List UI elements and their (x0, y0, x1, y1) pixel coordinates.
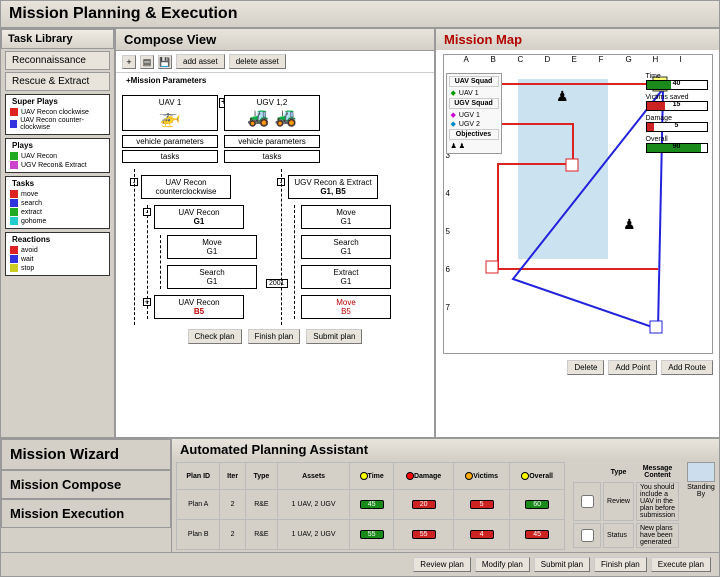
task-library-tab[interactable]: Task Library (1, 29, 114, 49)
lower-panel: Mission Wizard Mission Compose Mission E… (0, 438, 720, 577)
compose-view-tab: Compose View (116, 29, 434, 51)
tasks-box: Tasks move search extract gohome (5, 176, 110, 229)
add-route-button[interactable]: Add Route (661, 360, 713, 375)
list-item[interactable]: move (10, 190, 105, 198)
compose-panel: Compose View + ▤ 💾 add asset delete asse… (115, 28, 435, 438)
list-item[interactable]: search (10, 199, 105, 207)
mission-parameters-label[interactable]: +Mission Parameters (116, 76, 434, 85)
reactions-title: Reactions (8, 235, 107, 244)
search-g1-node[interactable]: Search G1 (301, 235, 391, 259)
list-item[interactable]: UAV Recon (10, 152, 105, 160)
finish-plan-button[interactable]: Finish plan (248, 329, 301, 344)
table-row[interactable]: Plan A2R&E1 UAV, 2 UGV4520560 (177, 490, 565, 520)
ugv-recon-extract-node[interactable]: -UGV Recon & ExtractG1, B5 (288, 175, 378, 199)
vehicle-params-button[interactable]: vehicle parameters (224, 135, 320, 148)
map-legend: UAV Squad ◆UAV 1 UGV Squad ◆UGV 1 ◆UGV 2… (446, 73, 502, 154)
standing-by-label: Standing By (687, 484, 715, 498)
svg-text:♟: ♟ (623, 216, 636, 232)
bottom-action-bar: Review plan Modify plan Submit plan Finish … (1, 552, 719, 576)
delete-button[interactable]: Delete (567, 360, 604, 375)
add-asset-button[interactable]: add asset (176, 54, 225, 69)
minus-icon[interactable]: - (143, 208, 151, 216)
submit-plan-button[interactable]: Submit plan (534, 557, 590, 572)
svg-text:♟: ♟ (556, 88, 569, 104)
uav-recon-b5-node[interactable]: +UAV ReconB5 (154, 295, 244, 319)
app-title: Mission Planning & Execution (0, 0, 720, 28)
list-item[interactable]: gohome (10, 217, 105, 225)
numeric-badge: 2001 (266, 279, 288, 288)
move-g1-node[interactable]: Move G1 (301, 205, 391, 229)
list-item[interactable]: extract (10, 208, 105, 216)
mission-compose-tab[interactable]: Mission Compose (1, 470, 171, 499)
reconnaissance-tab[interactable]: Reconnaissance (5, 51, 110, 70)
finish-plan-button[interactable]: Finish plan (594, 557, 647, 572)
uav-squad-label: UAV Squad (449, 76, 499, 87)
search-g1-node[interactable]: Search G1 (167, 265, 257, 289)
list-item[interactable]: stop (10, 264, 105, 272)
mission-map-title: Mission Map (436, 29, 719, 50)
tasks-title: Tasks (8, 179, 107, 188)
helicopter-icon: 🚁 (125, 107, 215, 128)
wizard-nav: Mission Wizard Mission Compose Mission E… (1, 439, 171, 552)
super-plays-box: Super Plays UAV Recon clockwise UAV Reco… (5, 94, 110, 135)
uav-recon-g1-node[interactable]: -UAV ReconG1 (154, 205, 244, 229)
table-row[interactable]: StatusNew plans have been generated (573, 523, 679, 548)
check-plan-button[interactable]: Check plan (188, 329, 242, 344)
ugv-squad-label: UGV Squad (449, 98, 499, 109)
tasks-button[interactable]: tasks (122, 150, 218, 163)
mission-map[interactable]: ABCDEFGHI1234567 ♟ ♟ UAV Squad ◆UAV 1 UG… (443, 54, 713, 354)
delete-asset-button[interactable]: delete asset (229, 54, 286, 69)
reactions-box: Reactions avoid wait stop (5, 232, 110, 276)
vehicle-params-button[interactable]: vehicle parameters (122, 135, 218, 148)
add-point-button[interactable]: Add Point (608, 360, 657, 375)
plan-table: Plan IDIterTypeAssetsTimeDamageVictimsOv… (176, 462, 565, 550)
tasks-button[interactable]: tasks (224, 150, 320, 163)
move-b5-node[interactable]: Move B5 (301, 295, 391, 319)
doc-icon[interactable]: ▤ (140, 55, 154, 69)
msg-checkbox[interactable] (581, 495, 594, 508)
list-item[interactable]: wait (10, 255, 105, 263)
objectives-label: Objectives (449, 129, 499, 140)
rescue-extract-tab[interactable]: Rescue & Extract (5, 72, 110, 91)
submit-plan-button[interactable]: Submit plan (306, 329, 362, 344)
minus-icon[interactable]: - (277, 178, 285, 186)
vehicle-icon: 🚜 🚜 (227, 107, 317, 128)
save-icon[interactable]: 💾 (158, 55, 172, 69)
plays-title: Plays (8, 141, 107, 150)
review-plan-button[interactable]: Review plan (413, 557, 471, 572)
list-item[interactable]: UAV Recon clockwise (10, 108, 105, 116)
msg-checkbox[interactable] (581, 529, 594, 542)
uav1-box[interactable]: UAV 1+🚁 (122, 95, 218, 131)
mission-wizard-tab[interactable]: Mission Wizard (1, 439, 171, 470)
map-meters: Time40Victims saved15Damage5Overall90 (646, 73, 708, 157)
compose-toolbar: + ▤ 💾 add asset delete asset (116, 51, 434, 73)
list-item[interactable]: UGV Recon& Extract (10, 161, 105, 169)
super-plays-title: Super Plays (8, 97, 107, 106)
assistant-icon (687, 462, 715, 482)
list-item[interactable]: avoid (10, 246, 105, 254)
planning-assistant-panel: Automated Planning Assistant Plan IDIter… (171, 439, 719, 552)
planning-assistant-title: Automated Planning Assistant (172, 439, 719, 460)
table-row[interactable]: ReviewYou should include a UAV in the pl… (573, 482, 679, 521)
list-item[interactable]: UAV Recon counter-clockwise (10, 117, 105, 131)
minus-icon[interactable]: - (130, 178, 138, 186)
mission-execution-tab[interactable]: Mission Execution (1, 499, 171, 528)
execute-plan-button[interactable]: Execute plan (651, 557, 711, 572)
uav-recon-cc-node[interactable]: -UAV Recon counterclockwise (141, 175, 231, 199)
task-library-panel: Task Library Reconnaissance Rescue & Ext… (0, 28, 115, 438)
ugv12-box[interactable]: UGV 1,2🚜 🚜 (224, 95, 320, 131)
plays-box: Plays UAV Recon UGV Recon& Extract (5, 138, 110, 173)
extract-g1-node[interactable]: Extract G1 (301, 265, 391, 289)
mission-map-panel: Mission Map ABCDEFGHI1234567 ♟ ♟ UAV Squ… (435, 28, 720, 438)
move-g1-node[interactable]: Move G1 (167, 235, 257, 259)
message-table: TypeMessage Content ReviewYou should inc… (571, 462, 681, 550)
plus-icon[interactable]: + (143, 298, 151, 306)
table-row[interactable]: Plan B2R&E1 UAV, 2 UGV5555445 (177, 520, 565, 550)
plus-icon[interactable]: + (122, 55, 136, 69)
modify-plan-button[interactable]: Modify plan (475, 557, 530, 572)
